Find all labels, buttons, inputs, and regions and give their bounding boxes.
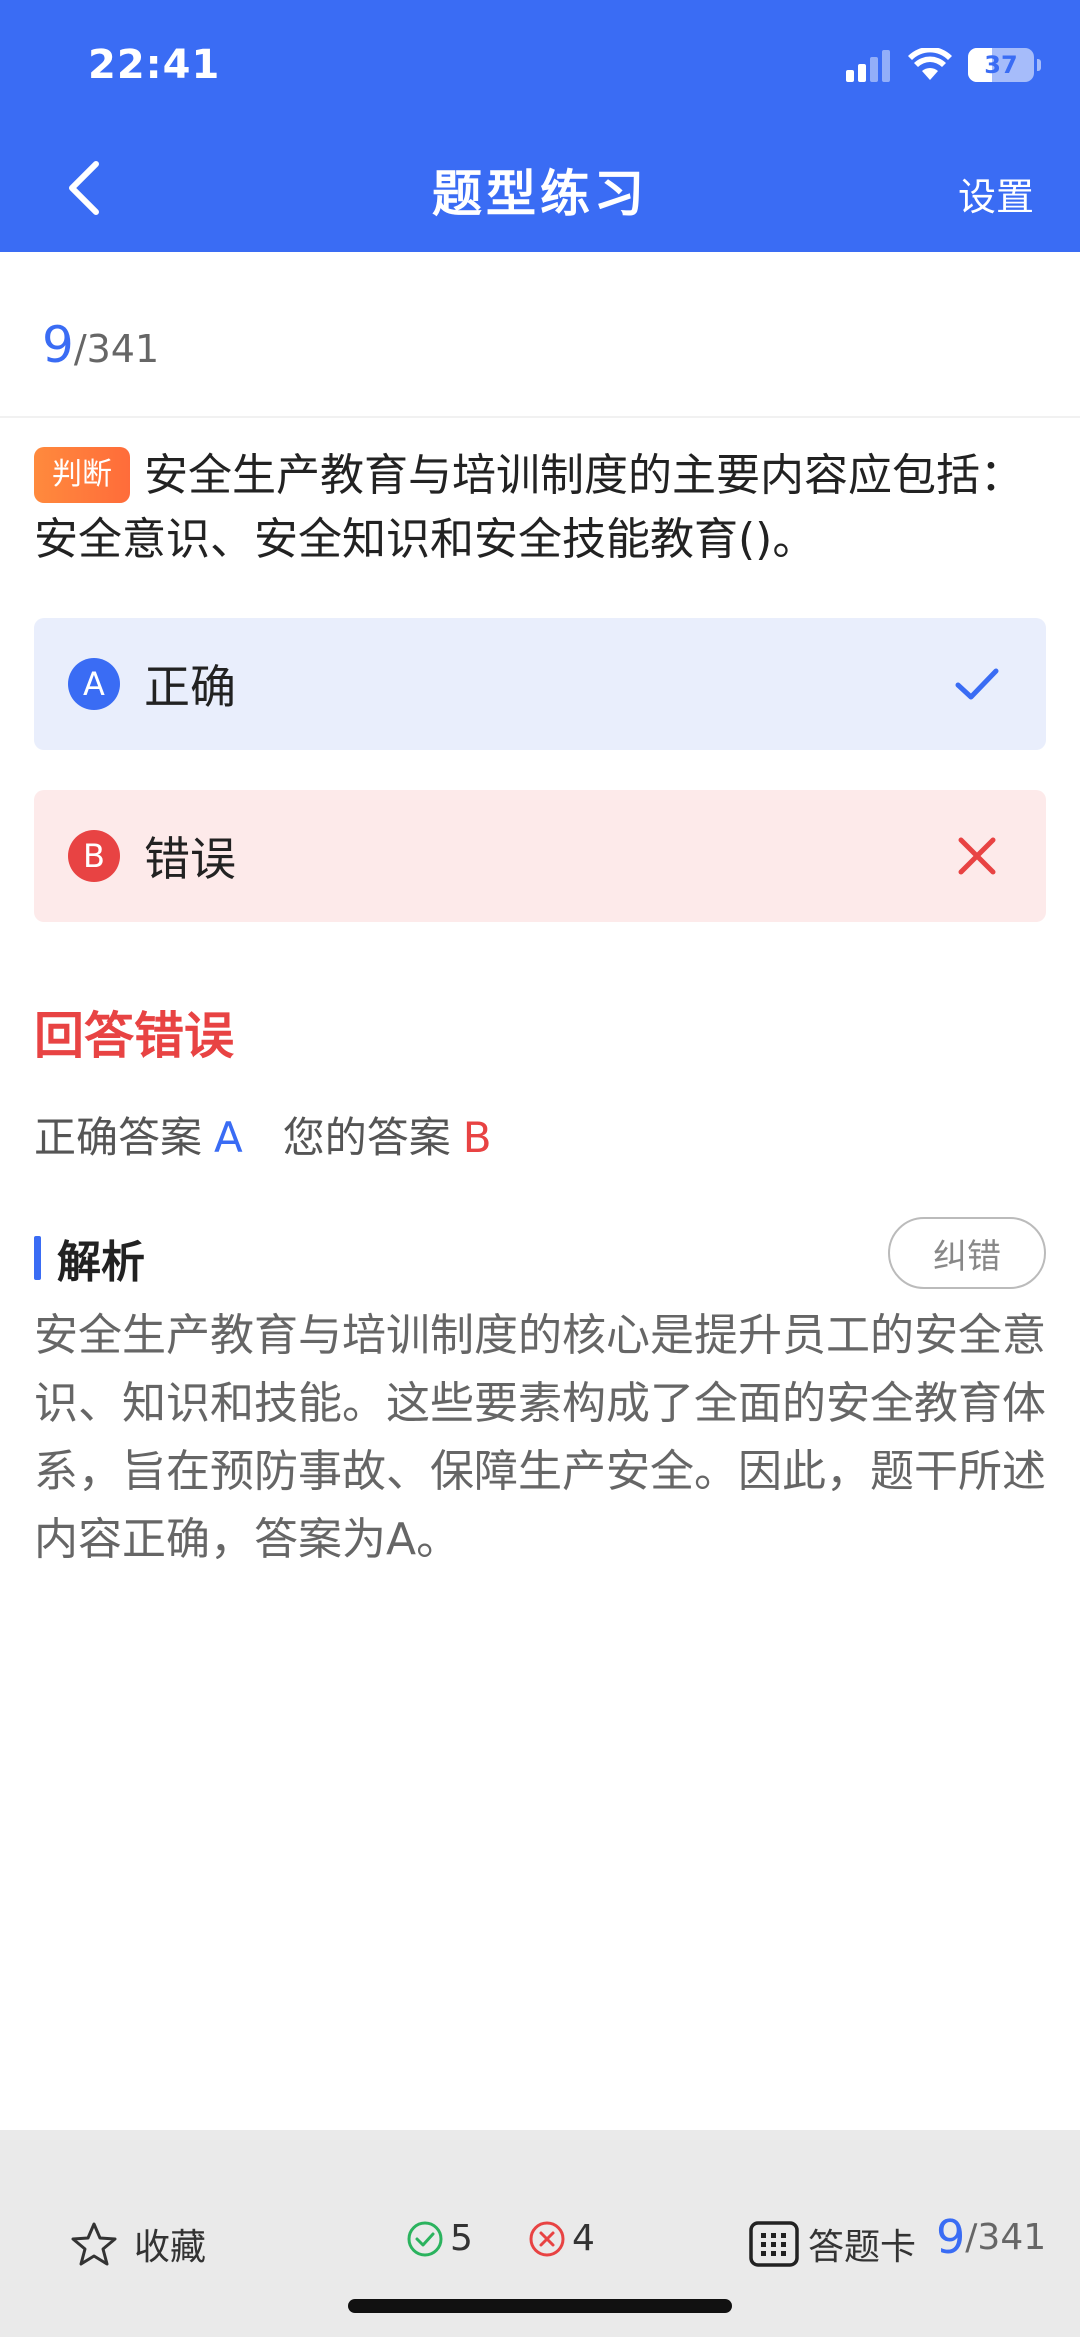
option-a[interactable]: A 正确 xyxy=(34,618,1046,750)
question-type-tag: 判断 xyxy=(34,447,130,503)
status-time: 22:41 xyxy=(88,42,221,88)
divider xyxy=(0,416,1080,418)
analysis-title: 解析 xyxy=(57,1237,145,1288)
page-title: 题型练习 xyxy=(432,165,648,223)
question-stem: 判断 安全生产教育与培训制度的主要内容应包括：安全意识、安全知识和安全技能教育()… xyxy=(34,444,1046,572)
answer-card-button[interactable]: 答题卡 xyxy=(748,2218,916,2270)
option-b-text: 错误 xyxy=(144,832,236,886)
bottom-progress-total: /341 xyxy=(965,2216,1047,2258)
status-icons: 37 xyxy=(846,48,1041,82)
right-count: 5 xyxy=(406,2218,473,2259)
answer-card-label: 答题卡 xyxy=(808,2227,917,2268)
bottom-progress-current: 9 xyxy=(936,2210,966,2264)
section-bar xyxy=(34,1236,41,1280)
option-a-letter: A xyxy=(68,658,120,710)
question-text: 安全生产教育与培训制度的主要内容应包括：安全意识、安全知识和安全技能教育()。 xyxy=(34,450,1024,565)
check-circle-icon xyxy=(407,2221,443,2256)
check-icon xyxy=(955,668,999,700)
wrong-count: 4 xyxy=(528,2218,595,2259)
wrong-count-value: 4 xyxy=(572,2218,595,2259)
your-answer: 您的答案 B xyxy=(283,1104,492,1165)
battery-icon: 37 xyxy=(968,48,1041,82)
report-error-button[interactable]: 纠错 xyxy=(888,1217,1046,1289)
close-icon xyxy=(958,837,996,875)
wifi-icon xyxy=(908,48,952,80)
home-indicator xyxy=(348,2299,732,2313)
your-answer-value: B xyxy=(462,1113,492,1162)
correct-answer-label: 正确答案 xyxy=(34,1113,203,1162)
analysis-text: 安全生产教育与培训制度的核心是提升员工的安全意识、知识和技能。这些要素构成了全面… xyxy=(34,1310,1046,1565)
option-b[interactable]: B 错误 xyxy=(34,790,1046,922)
favorite-label: 收藏 xyxy=(134,2227,207,2268)
option-b-letter: B xyxy=(68,830,120,882)
answer-summary: 正确答案 A 您的答案 B xyxy=(34,1104,492,1165)
option-a-text: 正确 xyxy=(144,660,236,714)
progress-current: 9 xyxy=(42,316,74,374)
correct-answer-value: A xyxy=(214,1113,243,1162)
your-answer-label: 您的答案 xyxy=(282,1113,451,1162)
favorite-button[interactable]: 收藏 xyxy=(70,2218,206,2270)
question-progress: 9/341 xyxy=(42,316,159,374)
app-header: 22:41 37 题型练习 设置 xyxy=(0,0,1080,252)
settings-button[interactable]: 设置 xyxy=(958,166,1034,221)
bottom-progress: 9/341 xyxy=(936,2210,1046,2264)
result-title: 回答错误 xyxy=(34,1007,234,1065)
right-count-value: 5 xyxy=(450,2218,473,2259)
grid-icon xyxy=(749,2221,799,2267)
analysis-header: 解析 xyxy=(34,1226,145,1290)
x-circle-icon xyxy=(529,2221,565,2256)
progress-total: /341 xyxy=(73,327,160,371)
correct-answer: 正确答案 A xyxy=(34,1104,243,1165)
star-icon xyxy=(71,2222,117,2266)
battery-level: 37 xyxy=(984,51,1018,79)
signal-icon xyxy=(846,48,892,82)
